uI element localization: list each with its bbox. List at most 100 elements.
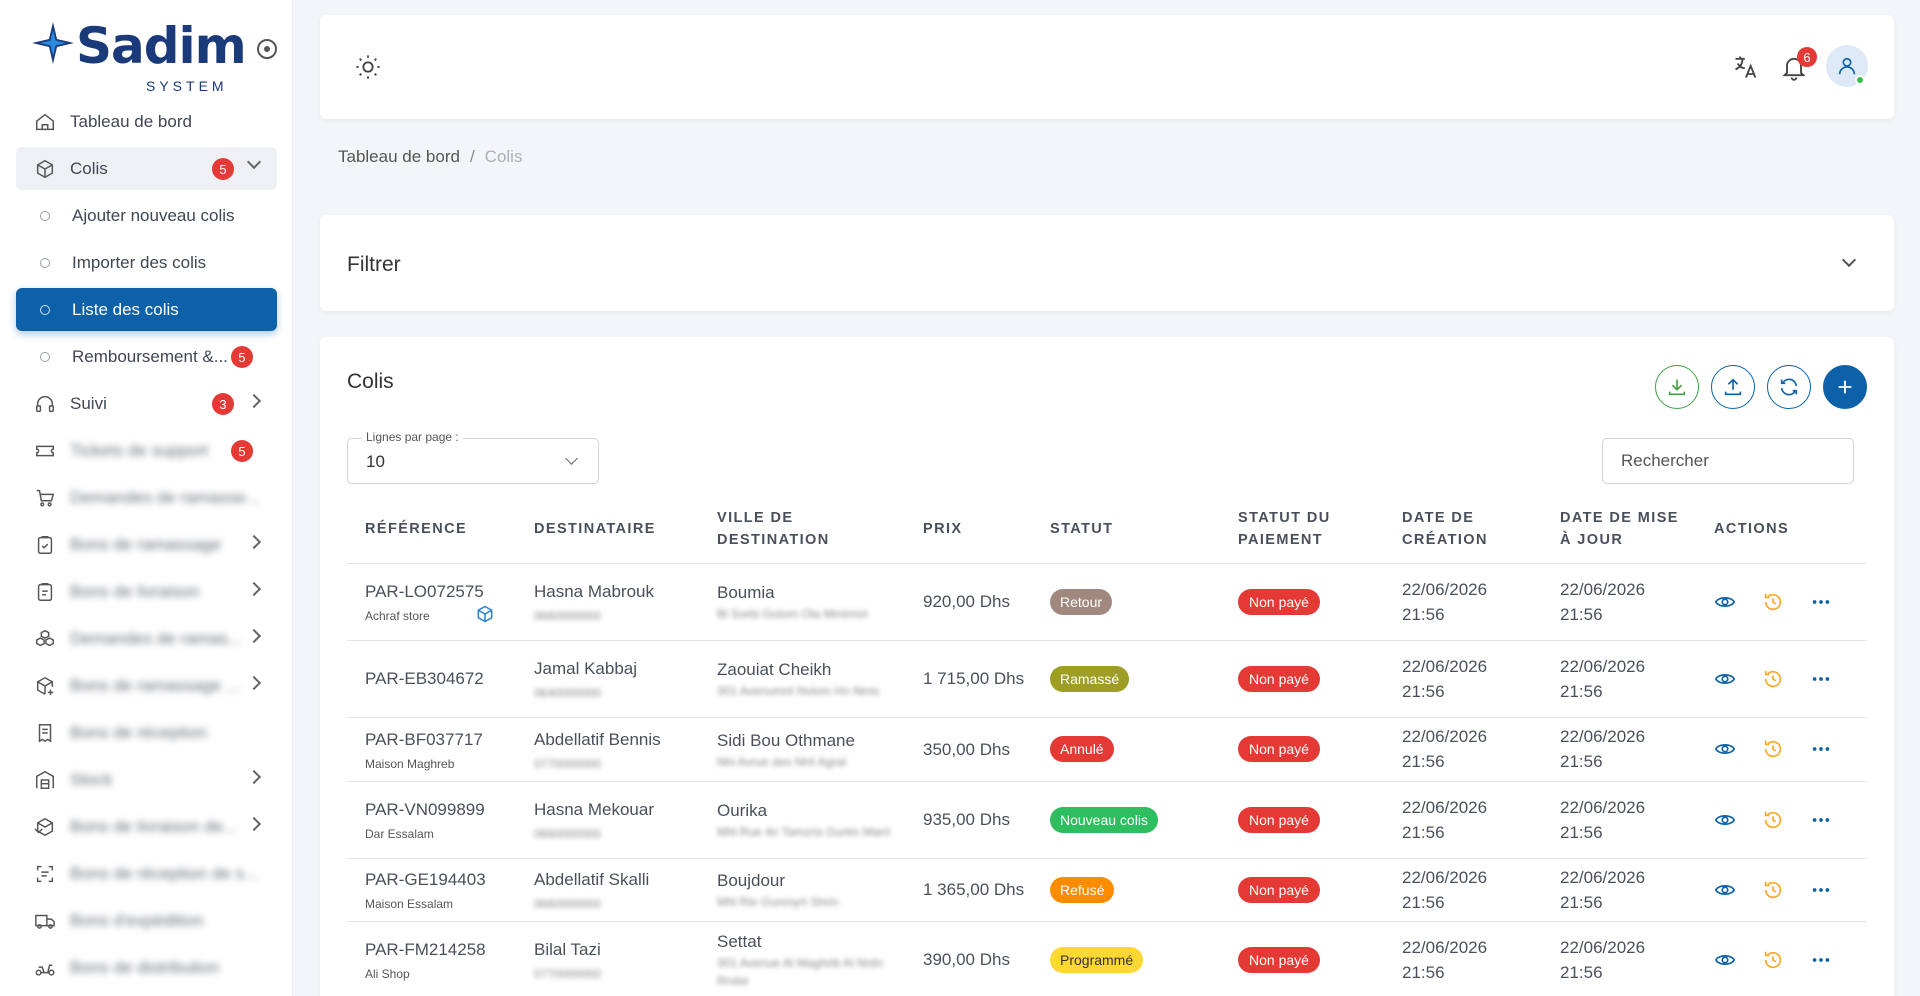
- created-date-cell: 22/06/2026 21:56: [1384, 858, 1542, 922]
- search-input[interactable]: [1602, 438, 1854, 484]
- table-row[interactable]: PAR-BF037717 Maison Maghreb Abdellatif Ben…: [347, 717, 1867, 782]
- more-options-icon[interactable]: [1810, 949, 1832, 971]
- reference-cell: PAR-EB304672: [347, 640, 516, 718]
- table-row[interactable]: PAR-VN099899 Dar Essalam Hasna Mekouar 0660…: [347, 781, 1867, 859]
- table-row[interactable]: PAR-GE194403 Maison Essalam Abdellatif Ska…: [347, 858, 1867, 922]
- sidebar-item-label: Bons de livraison: [70, 581, 200, 601]
- reference[interactable]: PAR-EB304672: [365, 666, 516, 691]
- view-eye-icon[interactable]: [1714, 879, 1736, 901]
- payment-status-badge: Non payé: [1238, 736, 1320, 762]
- history-icon[interactable]: [1762, 949, 1784, 971]
- column-header[interactable]: STATUT: [1032, 495, 1220, 564]
- column-header[interactable]: DATE DE CRÉATION: [1384, 495, 1542, 564]
- theme-toggle-sun-icon[interactable]: [354, 53, 382, 81]
- sidebar-item-delivery-vouchers[interactable]: Bons de livraison: [16, 570, 277, 613]
- chevron-right-icon: [246, 769, 262, 785]
- store-name: Ali Shop: [365, 967, 410, 981]
- more-options-icon[interactable]: [1810, 668, 1832, 690]
- history-icon[interactable]: [1762, 738, 1784, 760]
- package-icon[interactable]: [475, 604, 495, 624]
- sidebar-item-stock-delivery[interactable]: Bons de livraison de...: [16, 805, 277, 848]
- view-eye-icon[interactable]: [1714, 809, 1736, 831]
- reference[interactable]: PAR-BF037717: [365, 727, 516, 752]
- rows-per-page-select[interactable]: Lignes par page : 10: [347, 430, 599, 484]
- breadcrumb-separator: /: [469, 147, 475, 166]
- column-header[interactable]: PRIX: [905, 495, 1032, 564]
- reference[interactable]: PAR-LO072575: [365, 579, 516, 604]
- recipient-cell: Hasna Mabrouk 0660000000: [516, 563, 699, 641]
- reference[interactable]: PAR-GE194403: [365, 867, 516, 892]
- headset-icon: [34, 393, 56, 415]
- sidebar-item-pickup-requests-2[interactable]: Demandes de ramas...: [16, 617, 277, 660]
- refresh-button[interactable]: [1767, 365, 1811, 409]
- reference[interactable]: PAR-VN099899: [365, 797, 516, 822]
- filter-panel[interactable]: Filtrer: [320, 215, 1894, 311]
- sidebar-item-dashboard[interactable]: Tableau de bord: [16, 100, 277, 143]
- sidebar-pin-icon[interactable]: [257, 39, 277, 59]
- sidebar-subitem-remboursement[interactable]: Remboursement &... 5: [16, 335, 277, 378]
- sidebar-item-distribution[interactable]: Bons de distribution: [16, 946, 277, 989]
- brand-logo[interactable]: Sadim SYSTEM: [32, 18, 252, 94]
- sidebar-item-colis[interactable]: Colis 5: [16, 147, 277, 190]
- table-row[interactable]: PAR-EB304672 Jamal Kabbaj 0640000000 Zaouia…: [347, 640, 1867, 718]
- column-header[interactable]: VILLE DE DESTINATION: [699, 495, 905, 564]
- add-colis-button[interactable]: [1823, 365, 1867, 409]
- sidebar-item-pickup-vouchers-2[interactable]: Bons de ramassage ...: [16, 664, 277, 707]
- view-eye-icon[interactable]: [1714, 668, 1736, 690]
- sidebar-item-shipping[interactable]: Bons d'expédition: [16, 899, 277, 942]
- star-logo-icon: [32, 22, 74, 64]
- clipboard-icon: [34, 581, 56, 603]
- price-cell: 1 715,00 Dhs: [905, 640, 1032, 718]
- sidebar-item-tickets[interactable]: Tickets de support 5: [16, 429, 277, 472]
- created-date-cell: 22/06/2026 21:56: [1384, 640, 1542, 718]
- sidebar-subitem-add-colis[interactable]: Ajouter nouveau colis: [16, 194, 277, 237]
- history-icon[interactable]: [1762, 668, 1784, 690]
- more-options-icon[interactable]: [1810, 591, 1832, 613]
- sidebar-item-pickup-vouchers[interactable]: Bons de ramassage: [16, 523, 277, 566]
- more-options-icon[interactable]: [1810, 879, 1832, 901]
- sidebar-item-stock[interactable]: Stock: [16, 758, 277, 801]
- more-options-icon[interactable]: [1810, 738, 1832, 760]
- sidebar-subitem-colis-list[interactable]: Liste des colis: [16, 288, 277, 331]
- recipient-phone: 0660000000: [534, 609, 601, 623]
- refresh-icon: [1780, 378, 1798, 396]
- view-eye-icon[interactable]: [1714, 738, 1736, 760]
- sidebar: Sadim SYSTEM Tableau de bord Colis 5 Ajo…: [0, 0, 293, 996]
- payment-status-badge: Non payé: [1238, 665, 1320, 692]
- export-button[interactable]: [1655, 365, 1699, 409]
- import-button[interactable]: [1711, 365, 1755, 409]
- translate-icon[interactable]: [1732, 53, 1760, 81]
- status-badge: Programmé: [1050, 946, 1144, 973]
- sidebar-item-stock-receipts[interactable]: Bons de réception de s...: [16, 852, 277, 895]
- history-icon[interactable]: [1762, 879, 1784, 901]
- sidebar-item-receipts[interactable]: Bons de réception: [16, 711, 277, 754]
- package-return-icon: [34, 816, 56, 838]
- scooter-icon: [34, 957, 56, 979]
- city-cell: Settat 301 Avenue Al Maghrib Al Nrdn Rrvb…: [699, 921, 905, 996]
- created-date-cell: 22/06/2026 21:56: [1384, 717, 1542, 782]
- view-eye-icon[interactable]: [1714, 591, 1736, 613]
- chevron-down-icon[interactable]: [1841, 252, 1857, 268]
- reference[interactable]: PAR-FM214258: [365, 937, 516, 962]
- sidebar-item-pickup-requests[interactable]: Demandes de ramasse...: [16, 476, 277, 519]
- chevron-down-icon: [246, 154, 262, 170]
- view-eye-icon[interactable]: [1714, 949, 1736, 971]
- sidebar-subitem-import-colis[interactable]: Importer des colis: [16, 241, 277, 284]
- column-header[interactable]: DESTINATAIRE: [516, 495, 699, 564]
- payment-status-badge: Non payé: [1238, 876, 1320, 903]
- more-options-icon[interactable]: [1810, 809, 1832, 831]
- history-icon[interactable]: [1762, 591, 1784, 613]
- city-cell: Boumia Bl Sorbi Gutom Ola Mmirmrt: [699, 563, 905, 641]
- status-cell: Programmé: [1032, 921, 1220, 996]
- status-cell: Refusé: [1032, 858, 1220, 922]
- column-header[interactable]: STATUT DU PAIEMENT: [1220, 495, 1384, 564]
- column-header: ACTIONS: [1696, 495, 1867, 564]
- column-header[interactable]: DATE DE MISE À JOUR: [1542, 495, 1696, 564]
- history-icon[interactable]: [1762, 809, 1784, 831]
- table-row[interactable]: PAR-FM214258 Ali Shop Bilal Tazi 0770000000…: [347, 921, 1867, 996]
- breadcrumb-home[interactable]: Tableau de bord: [338, 147, 460, 166]
- table-row[interactable]: PAR-LO072575 Achraf store Hasna Mabrouk 066…: [347, 563, 1867, 641]
- column-header[interactable]: RÉFÉRENCE: [347, 495, 516, 564]
- colis-table: RÉFÉRENCE DESTINATAIRE VILLE DE DESTINAT…: [347, 495, 1867, 996]
- sidebar-item-suivi[interactable]: Suivi 3: [16, 382, 277, 425]
